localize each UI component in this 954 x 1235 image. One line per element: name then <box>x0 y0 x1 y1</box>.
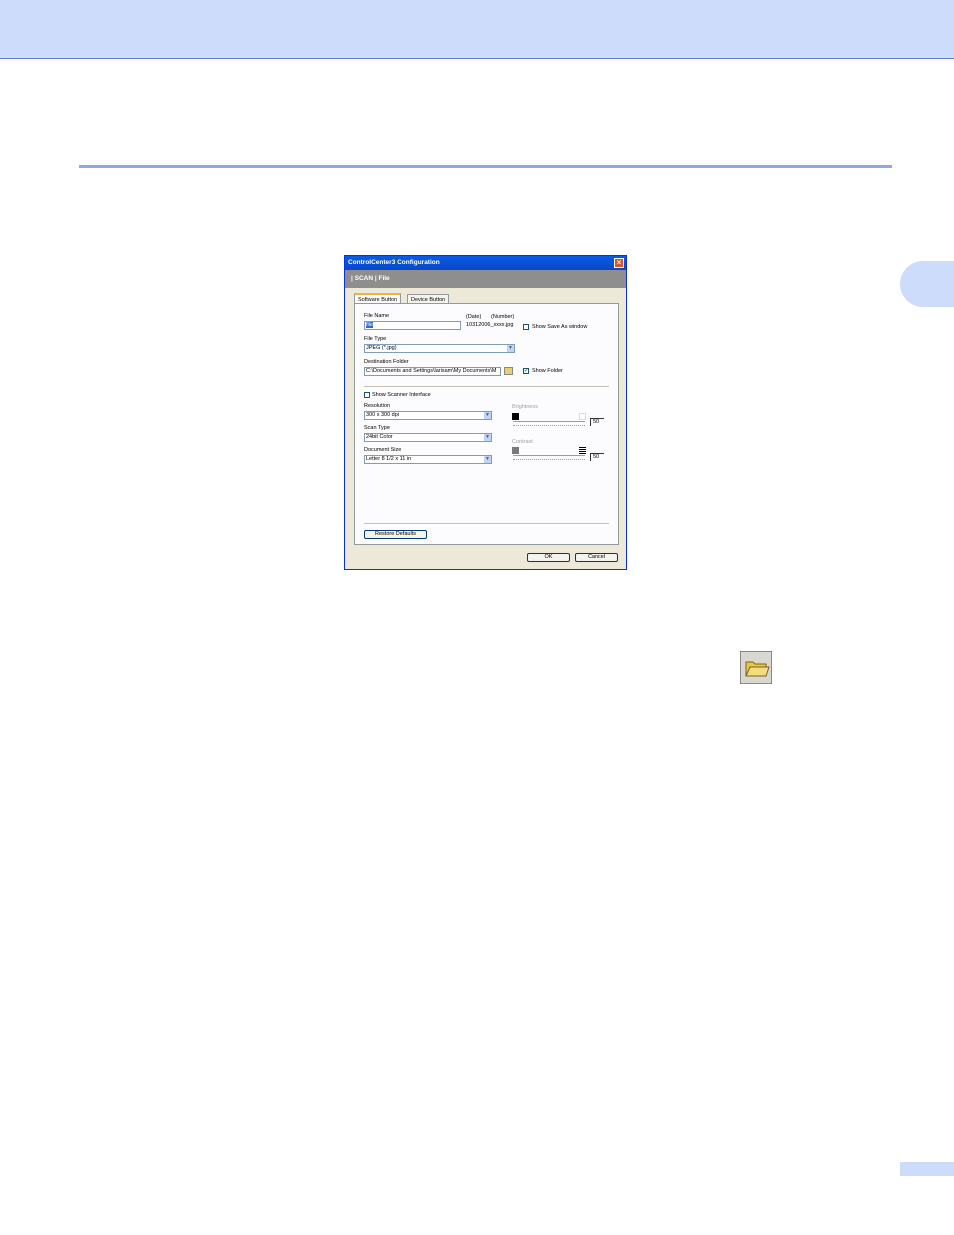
contrast-ticks <box>513 457 585 460</box>
show-save-as-label: Show Save As window <box>532 324 588 330</box>
close-button[interactable]: × <box>614 258 624 268</box>
brightness-label: Brightness <box>512 404 538 410</box>
brightness-value: 50 <box>590 418 604 426</box>
show-save-as-checkbox[interactable] <box>523 324 529 330</box>
file-name-value: file <box>366 322 374 328</box>
file-type-value: JPEG (*.jpg) <box>366 345 397 351</box>
open-folder-icon <box>740 651 772 684</box>
section-divider <box>79 165 892 168</box>
contrast-high-icon <box>579 447 586 454</box>
contrast-label: Contrast <box>512 439 533 445</box>
document-size-select[interactable]: Letter 8 1/2 x 11 in ▼ <box>364 455 492 464</box>
number-column-label: (Number) <box>491 314 515 320</box>
ok-button[interactable]: OK <box>527 553 570 562</box>
dialog-titlebar: ControlCenter3 Configuration × <box>345 256 626 270</box>
scan-type-value: 24bit Color <box>366 434 393 440</box>
show-scanner-interface-checkbox[interactable] <box>364 392 370 398</box>
date-column-label: (Date) <box>466 314 482 320</box>
file-name-example: 10312006_xxxx.jpg <box>466 322 514 328</box>
scan-type-select[interactable]: 24bit Color ▼ <box>364 433 492 442</box>
chapter-tab <box>900 261 954 307</box>
resolution-select[interactable]: 300 x 300 dpi ▼ <box>364 411 492 420</box>
file-name-input[interactable]: file <box>364 321 461 330</box>
chevron-down-icon: ▼ <box>484 412 491 419</box>
brightness-ticks <box>513 423 585 426</box>
resolution-value: 300 x 300 dpi <box>366 412 400 418</box>
page-number-tab <box>900 1162 954 1176</box>
destination-folder-input[interactable]: C:\Documents and Settings\larisam\My Doc… <box>364 367 501 376</box>
destination-folder-label: Destination Folder <box>364 359 409 365</box>
destination-folder-value: C:\Documents and Settings\larisam\My Doc… <box>366 368 497 374</box>
chevron-down-icon: ▼ <box>484 456 491 463</box>
contrast-value: 50 <box>590 453 604 461</box>
scan-type-label: Scan Type <box>364 425 390 431</box>
settings-panel: File Name file (Date) (Number) 10312006_… <box>354 303 619 545</box>
document-size-value: Letter 8 1/2 x 11 in <box>366 456 412 462</box>
contrast-low-icon <box>512 447 519 454</box>
page-header-band <box>0 0 954 59</box>
resolution-label: Resolution <box>364 403 390 409</box>
brightness-dark-icon <box>512 413 519 420</box>
chevron-down-icon: ▼ <box>507 345 514 352</box>
chevron-down-icon: ▼ <box>484 434 491 441</box>
separator <box>364 523 609 524</box>
show-folder-checkbox[interactable]: ✔ <box>523 368 529 374</box>
show-scanner-interface-label: Show Scanner Interface <box>372 392 431 398</box>
brightness-light-icon <box>579 413 586 420</box>
controlcenter-config-dialog: ControlCenter3 Configuration × | SCAN | … <box>344 255 627 570</box>
open-folder-icon[interactable] <box>504 367 513 375</box>
separator <box>364 386 609 387</box>
file-type-label: File Type <box>364 336 387 342</box>
brightness-slider[interactable] <box>513 421 585 422</box>
file-name-label: File Name <box>364 313 390 319</box>
dialog-title: ControlCenter3 Configuration <box>348 259 440 266</box>
show-folder-label: Show Folder <box>532 368 563 374</box>
restore-defaults-button[interactable]: Restore Defaults <box>364 530 427 539</box>
cancel-button[interactable]: Cancel <box>575 553 618 562</box>
document-size-label: Document Size <box>364 447 402 453</box>
file-type-select[interactable]: JPEG (*.jpg) ▼ <box>364 344 515 353</box>
breadcrumb: | SCAN | File <box>345 270 626 288</box>
contrast-slider[interactable] <box>513 455 585 456</box>
folder-icon-graphic <box>745 661 770 677</box>
